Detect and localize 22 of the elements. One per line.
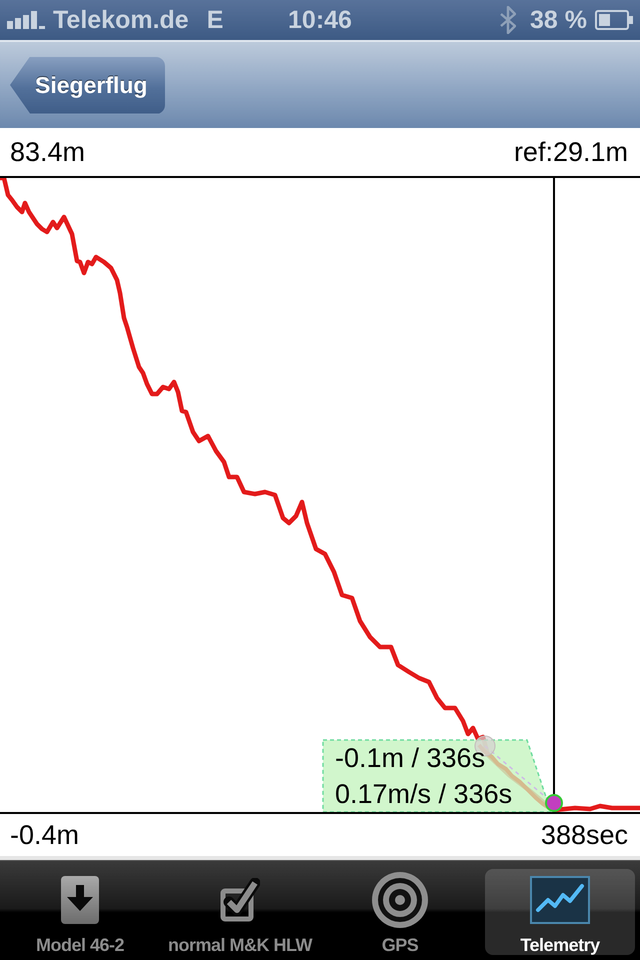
battery-percentage: 38 % [530,8,587,32]
battery-icon [595,10,633,30]
readout-text: 0.17m/s / 336s [335,779,512,809]
max-altitude-label: 83.4m [10,138,86,166]
checkbox-tick-icon [220,878,260,922]
network-type: E [206,8,224,32]
tab[interactable]: normal M&K HLW [165,869,315,955]
signal-bars-icon [7,11,46,29]
readout-text: -0.1m / 336s [335,743,486,773]
carrier-name: Telekom.de [53,8,189,32]
target-icon [372,872,428,928]
line-graph-icon [530,876,590,924]
min-altitude-label: -0.4m [10,822,80,848]
time-axis-label: 388sec [540,822,628,848]
tab[interactable]: Telemetry [485,869,635,955]
bluetooth-icon [500,6,516,34]
tab[interactable]: Model 46-2 [5,869,155,955]
reference-label: ref:29.1m [514,138,628,166]
cursor-marker-icon [545,794,563,812]
tab[interactable]: GPS [325,869,475,955]
clock-time: 10:46 [288,8,352,32]
back-button[interactable]: Siegerflug [10,56,166,114]
